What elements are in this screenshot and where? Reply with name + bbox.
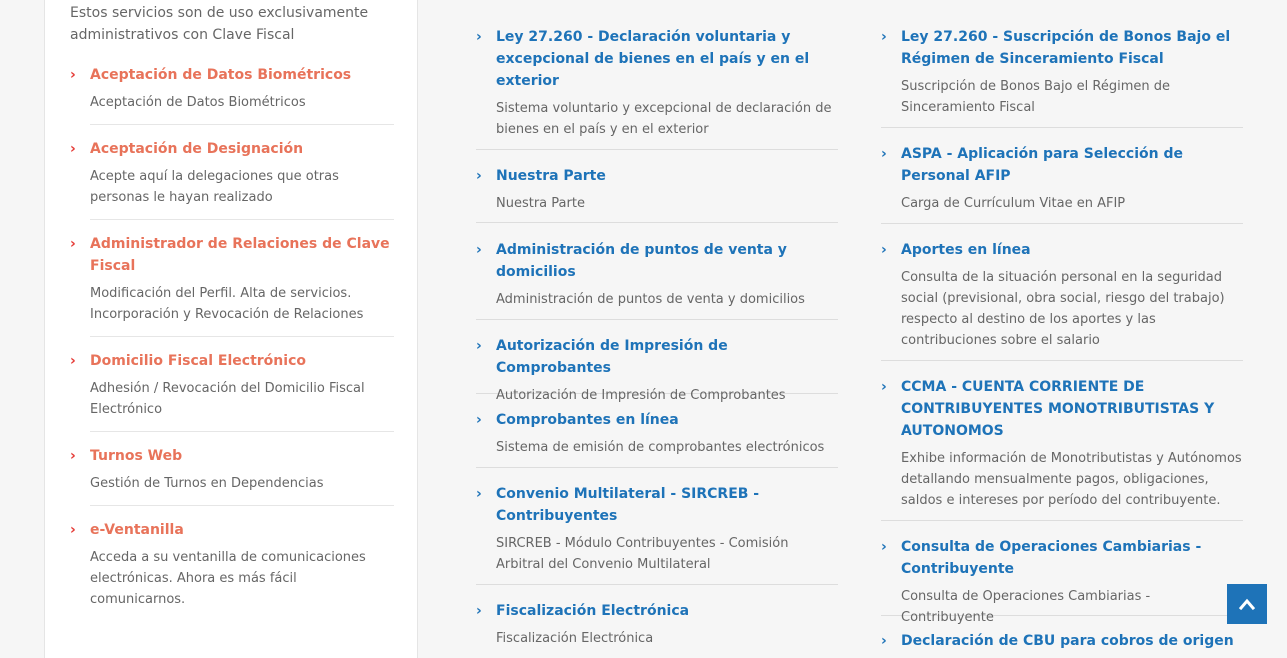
service-item-ley-27260-declaracion: › Ley 27.260 - Declaración voluntaria y … (476, 26, 838, 150)
service-item-comprobantes-en-linea: › Comprobantes en línea Sistema de emisi… (476, 409, 838, 468)
chevron-right-icon: › (70, 353, 76, 369)
chevron-right-icon: › (70, 522, 76, 538)
chevron-right-icon: › (70, 141, 76, 157)
service-desc: Nuestra Parte (496, 196, 585, 211)
service-item-nuestra-parte: › Nuestra Parte Nuestra Parte (476, 165, 838, 223)
service-desc: Exhibe información de Monotributistas y … (901, 451, 1242, 508)
service-item-puntos-de-venta: › Administración de puntos de venta y do… (476, 239, 838, 320)
chevron-right-icon: › (881, 379, 887, 395)
service-link-ccma[interactable]: CCMA - CUENTA CORRIENTE DE CONTRIBUYENTE… (881, 376, 1243, 442)
chevron-right-icon: › (476, 412, 482, 428)
service-desc: Adhesión / Revocación del Domicilio Fisc… (90, 381, 365, 417)
service-item-fiscalizacion-electronica: › Fiscalización Electrónica Fiscalizació… (476, 600, 838, 649)
admin-services-panel: Estos servicios son de uso exclusivament… (44, 0, 418, 658)
service-link-ley-27260-declaracion[interactable]: Ley 27.260 - Declaración voluntaria y ex… (476, 26, 838, 92)
service-link-datos-biometricos[interactable]: Aceptación de Datos Biométricos (90, 64, 394, 86)
service-link-fiscalizacion-electronica[interactable]: Fiscalización Electrónica (476, 600, 838, 622)
service-link-puntos-de-venta[interactable]: Administración de puntos de venta y domi… (476, 239, 838, 283)
chevron-right-icon: › (476, 338, 482, 354)
service-desc: SIRCREB - Módulo Contribuyentes - Comisi… (496, 536, 789, 572)
chevron-right-icon: › (881, 29, 887, 45)
service-desc: Suscripción de Bonos Bajo el Régimen de … (901, 79, 1170, 115)
scroll-to-top-button[interactable] (1227, 584, 1267, 624)
service-desc: Gestión de Turnos en Dependencias (90, 476, 324, 491)
service-desc: Sistema de emisión de comprobantes elect… (496, 440, 825, 455)
chevron-right-icon: › (881, 242, 887, 258)
service-item-declaracion-cbu: › Declaración de CBU para cobros de orig… (881, 630, 1243, 652)
chevron-right-icon: › (881, 633, 887, 649)
chevron-right-icon: › (70, 236, 76, 252)
service-desc: Acceda a su ventanilla de comunicaciones… (90, 550, 366, 607)
service-desc: Aceptación de Datos Biométricos (90, 95, 306, 110)
chevron-right-icon: › (476, 242, 482, 258)
service-item-turnos-web: › Turnos Web Gestión de Turnos en Depend… (70, 445, 394, 506)
service-item-datos-biometricos: › Aceptación de Datos Biométricos Acepta… (70, 64, 394, 125)
service-desc: Consulta de Operaciones Cambiarias - Con… (901, 589, 1151, 625)
service-link-operaciones-cambiarias[interactable]: Consulta de Operaciones Cambiarias - Con… (881, 536, 1243, 580)
service-link-declaracion-cbu[interactable]: Declaración de CBU para cobros de origen (881, 630, 1243, 652)
chevron-right-icon: › (70, 67, 76, 83)
chevron-right-icon: › (476, 168, 482, 184)
service-desc: Fiscalización Electrónica (496, 631, 654, 646)
service-link-domicilio-fiscal[interactable]: Domicilio Fiscal Electrónico (90, 350, 394, 372)
chevron-right-icon: › (881, 146, 887, 162)
service-link-comprobantes-en-linea[interactable]: Comprobantes en línea (476, 409, 838, 431)
service-link-administrador-relaciones[interactable]: Administrador de Relaciones de Clave Fis… (90, 233, 394, 277)
chevron-right-icon: › (476, 29, 482, 45)
service-item-sircreb: › Convenio Multilateral - SIRCREB - Cont… (476, 483, 838, 585)
service-link-turnos-web[interactable]: Turnos Web (90, 445, 394, 467)
service-link-designacion[interactable]: Aceptación de Designación (90, 138, 394, 160)
service-desc: Carga de Currículum Vitae en AFIP (901, 196, 1126, 211)
service-item-aportes-en-linea: › Aportes en línea Consulta de la situac… (881, 239, 1243, 361)
service-item-impresion-comprobantes: › Autorización de Impresión de Comproban… (476, 335, 838, 403)
service-desc: Modificación del Perfil. Alta de servici… (90, 286, 364, 322)
service-item-e-ventanilla: › e-Ventanilla Acceda a su ventanilla de… (70, 519, 394, 610)
service-desc: Autorización de Impresión de Comprobante… (496, 388, 786, 403)
service-item-domicilio-fiscal: › Domicilio Fiscal Electrónico Adhesión … (70, 350, 394, 432)
service-link-aspa[interactable]: ASPA - Aplicación para Selección de Pers… (881, 143, 1243, 187)
admin-services-intro: Estos servicios son de uso exclusivament… (70, 5, 369, 43)
chevron-right-icon: › (881, 539, 887, 555)
service-link-ley-27260-bonos[interactable]: Ley 27.260 - Suscripción de Bonos Bajo e… (881, 26, 1243, 70)
service-item-aspa: › ASPA - Aplicación para Selección de Pe… (881, 143, 1243, 224)
arrow-up-icon (1239, 598, 1255, 610)
service-item-designacion: › Aceptación de Designación Acepte aquí … (70, 138, 394, 220)
service-link-impresion-comprobantes[interactable]: Autorización de Impresión de Comprobante… (476, 335, 838, 379)
service-item-administrador-relaciones: › Administrador de Relaciones de Clave F… (70, 233, 394, 337)
chevron-right-icon: › (70, 448, 76, 464)
service-link-aportes-en-linea[interactable]: Aportes en línea (881, 239, 1243, 261)
service-item-ccma: › CCMA - CUENTA CORRIENTE DE CONTRIBUYEN… (881, 376, 1243, 521)
service-link-e-ventanilla[interactable]: e-Ventanilla (90, 519, 394, 541)
service-item-ley-27260-bonos: › Ley 27.260 - Suscripción de Bonos Bajo… (881, 26, 1243, 128)
service-desc: Acepte aquí la delegaciones que otras pe… (90, 169, 339, 205)
service-desc: Consulta de la situación personal en la … (901, 270, 1225, 348)
chevron-right-icon: › (476, 603, 482, 619)
service-link-sircreb[interactable]: Convenio Multilateral - SIRCREB - Contri… (476, 483, 838, 527)
service-item-operaciones-cambiarias: › Consulta de Operaciones Cambiarias - C… (881, 536, 1243, 625)
service-desc: Sistema voluntario y excepcional de decl… (496, 101, 832, 137)
chevron-right-icon: › (476, 486, 482, 502)
service-desc: Administración de puntos de venta y domi… (496, 292, 805, 307)
service-link-nuestra-parte[interactable]: Nuestra Parte (476, 165, 838, 187)
